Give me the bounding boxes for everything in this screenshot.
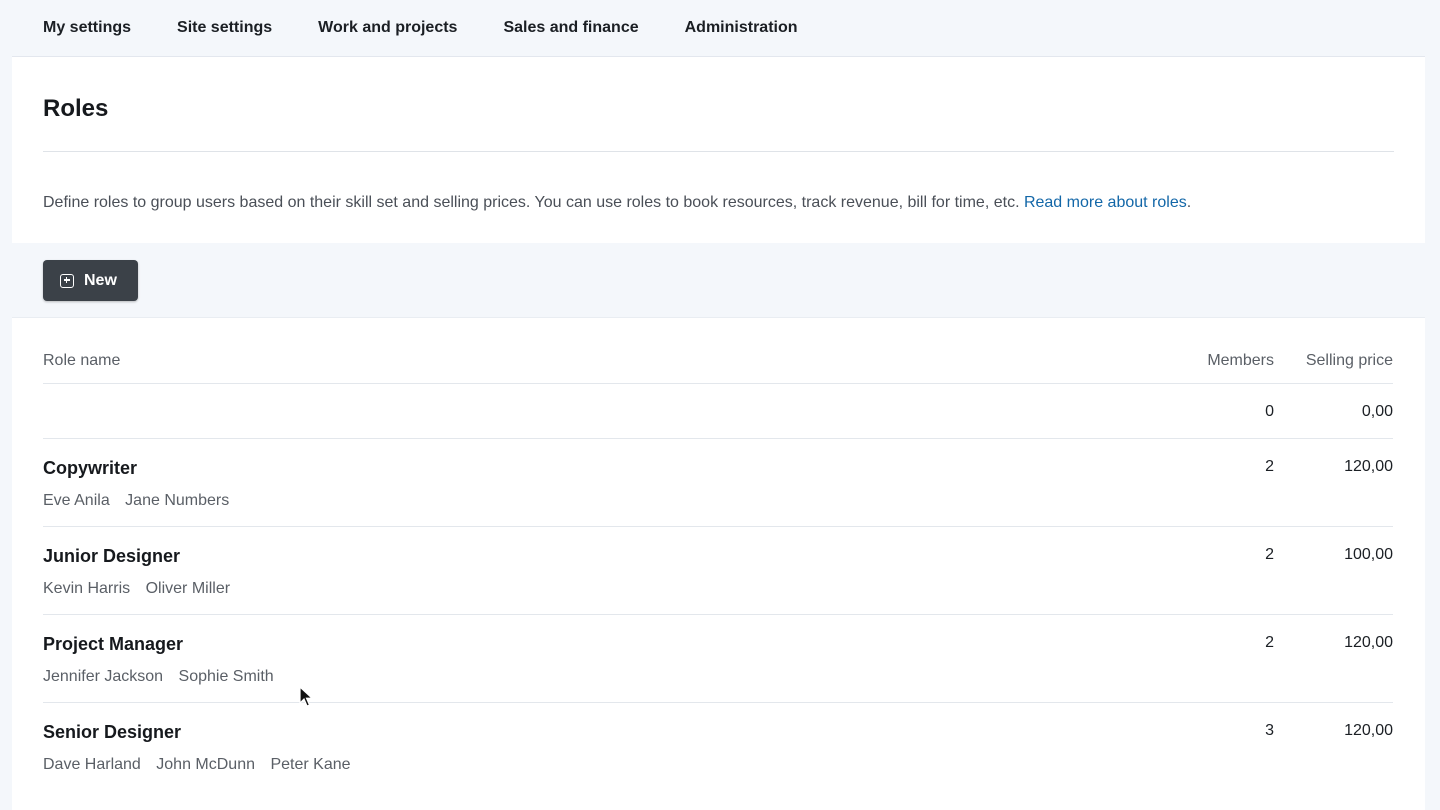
toolbar: New: [12, 243, 1425, 318]
selling-price: 120,00: [1344, 722, 1393, 739]
role-name[interactable]: Project Manager: [43, 634, 183, 655]
column-header-selling-price[interactable]: Selling price: [1306, 352, 1393, 370]
table-row[interactable]: Senior Designer 3 120,00 Dave Harland Jo…: [43, 703, 1393, 791]
mouse-cursor-icon: [299, 686, 313, 707]
new-button-label: New: [84, 271, 117, 289]
description-text: Define roles to group users based on the…: [43, 194, 1024, 211]
member-name[interactable]: Jane Numbers: [125, 492, 229, 509]
member-list: Dave Harland John McDunn Peter Kane: [43, 756, 362, 774]
read-more-link[interactable]: Read more about roles: [1024, 194, 1187, 211]
member-name[interactable]: Oliver Miller: [146, 580, 230, 597]
settings-page: My settings Site settings Work and proje…: [12, 0, 1425, 810]
plus-square-icon: [60, 273, 74, 288]
selling-price: 120,00: [1344, 634, 1393, 651]
roles-table: Role name Members Selling price 0 0,00 C…: [43, 318, 1393, 791]
new-role-button[interactable]: New: [43, 260, 138, 301]
member-name[interactable]: Peter Kane: [270, 756, 350, 773]
table-row[interactable]: Copywriter 2 120,00 Eve Anila Jane Numbe…: [43, 439, 1393, 527]
column-header-role-name[interactable]: Role name: [43, 352, 120, 370]
member-name[interactable]: Jennifer Jackson: [43, 668, 163, 685]
member-name[interactable]: Eve Anila: [43, 492, 110, 509]
selling-price: 120,00: [1344, 458, 1393, 475]
nav-item-administration[interactable]: Administration: [685, 19, 798, 37]
nav-item-sales-and-finance[interactable]: Sales and finance: [503, 19, 638, 37]
page-description: Define roles to group users based on the…: [12, 152, 1425, 213]
page-title: Roles: [43, 95, 109, 122]
members-count: 3: [1265, 722, 1274, 739]
members-count: 2: [1265, 458, 1274, 475]
member-list: Kevin Harris Oliver Miller: [43, 580, 241, 598]
column-header-members[interactable]: Members: [1207, 352, 1274, 370]
member-list: Jennifer Jackson Sophie Smith: [43, 668, 285, 686]
role-name[interactable]: Junior Designer: [43, 546, 180, 567]
member-name[interactable]: Kevin Harris: [43, 580, 130, 597]
selling-price: 100,00: [1344, 546, 1393, 563]
member-name[interactable]: Dave Harland: [43, 756, 141, 773]
page-header: Roles: [12, 57, 1425, 152]
members-count: 2: [1265, 634, 1274, 651]
role-name[interactable]: Senior Designer: [43, 722, 181, 743]
selling-price: 0,00: [1361, 403, 1393, 420]
nav-item-work-and-projects[interactable]: Work and projects: [318, 19, 457, 37]
member-name[interactable]: John McDunn: [156, 756, 255, 773]
member-name[interactable]: Sophie Smith: [179, 668, 274, 685]
member-list: Eve Anila Jane Numbers: [43, 492, 240, 510]
table-row[interactable]: Junior Designer 2 100,00 Kevin Harris Ol…: [43, 527, 1393, 615]
nav-item-my-settings[interactable]: My settings: [43, 19, 131, 37]
table-header: Role name Members Selling price: [43, 318, 1393, 384]
description-suffix: .: [1186, 194, 1192, 211]
table-row-unassigned[interactable]: 0 0,00: [43, 384, 1393, 439]
role-name[interactable]: Copywriter: [43, 458, 137, 479]
nav-item-site-settings[interactable]: Site settings: [177, 19, 272, 37]
members-count: 0: [1265, 403, 1274, 420]
members-count: 2: [1265, 546, 1274, 563]
top-navigation: My settings Site settings Work and proje…: [12, 0, 1425, 57]
table-row[interactable]: Project Manager 2 120,00 Jennifer Jackso…: [43, 615, 1393, 703]
